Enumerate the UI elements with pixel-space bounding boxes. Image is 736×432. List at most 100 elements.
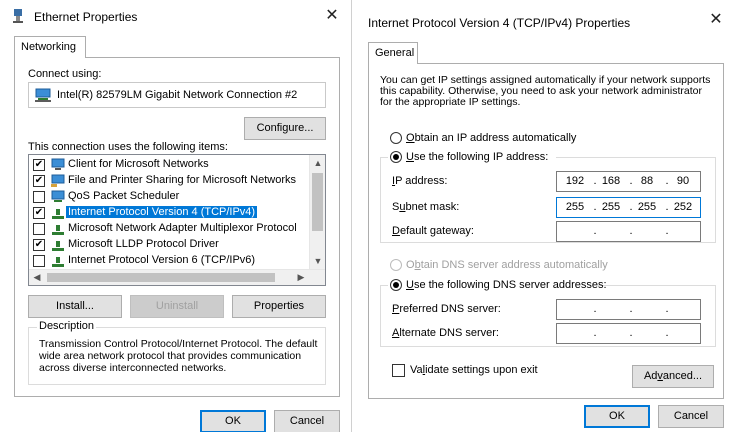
ip-dot-separator: . [629, 225, 633, 237]
ip-dot-separator: . [629, 327, 633, 339]
list-item[interactable]: ✔ Client for Microsoft Networks [29, 157, 325, 173]
item-checkbox[interactable] [33, 223, 45, 235]
network-adapter-icon [35, 88, 51, 102]
dns-group-legend: Use the following DNS server addresses: [388, 278, 607, 292]
use-following-ip-radio[interactable] [390, 151, 402, 163]
network-service-icon [51, 190, 65, 204]
description-title: Description [37, 320, 97, 332]
ethernet-title: Ethernet Properties [34, 10, 138, 24]
default-gateway-label: Default gateway: [392, 225, 474, 237]
hscroll-thumb[interactable] [47, 273, 275, 282]
item-checkbox[interactable]: ✔ [33, 175, 45, 187]
ethernet-ok-button[interactable]: OK [200, 410, 266, 432]
ipv4-properties-dialog: Internet Protocol Version 4 (TCP/IPv4) P… [356, 0, 736, 432]
use-following-dns-label[interactable]: Use the following DNS server addresses: [406, 279, 607, 291]
ipv4-title: Internet Protocol Version 4 (TCP/IPv4) P… [368, 16, 631, 30]
protocol-icon [51, 238, 65, 252]
items-list[interactable]: ✔ Client for Microsoft Networks ✔ File and … [28, 154, 326, 286]
ethernet-close-button[interactable]: ✕ [320, 6, 344, 26]
ipv4-close-button[interactable]: ✕ [704, 10, 728, 30]
obtain-ip-auto-radio[interactable] [390, 132, 402, 144]
alternate-dns-field[interactable]: ... [556, 323, 701, 344]
advanced-button[interactable]: Advanced... [632, 365, 714, 388]
item-label: Microsoft LLDP Protocol Driver [68, 238, 219, 250]
connect-using-label: Connect using: [28, 68, 102, 80]
ip-octet[interactable]: 255 [561, 201, 589, 213]
default-gateway-field[interactable]: ... [556, 221, 701, 242]
ethernet-titlebar: Ethernet Properties ✕ [0, 0, 351, 32]
item-checkbox[interactable]: ✔ [33, 207, 45, 219]
items-horizontal-scrollbar[interactable]: ◀ ▶ [29, 269, 325, 285]
validate-settings-label[interactable]: Validate settings upon exit [410, 364, 538, 376]
obtain-dns-auto-label[interactable]: Obtain DNS server address automatically [406, 259, 608, 271]
ipv4-titlebar: Internet Protocol Version 4 (TCP/IPv4) P… [356, 0, 736, 32]
ip-dot-separator: . [593, 225, 597, 237]
ip-address-field[interactable]: 192. 168. 88. 90 [556, 171, 701, 192]
ip-dot-separator: . [665, 327, 669, 339]
install-button[interactable]: Install... [28, 295, 122, 318]
scroll-thumb[interactable] [312, 173, 323, 231]
ipv4-ok-button[interactable]: OK [584, 405, 650, 428]
ip-octet[interactable]: 168 [597, 175, 625, 187]
list-item[interactable]: Internet Protocol Version 6 (TCP/IPv6) [29, 253, 325, 269]
obtain-ip-auto-label[interactable]: Obtain an IP address automatically [406, 132, 576, 144]
ip-dot-separator: . [593, 303, 597, 315]
use-following-dns-radio[interactable] [390, 279, 402, 291]
protocol-icon [51, 206, 65, 220]
item-label: Internet Protocol Version 4 (TCP/IPv4) [66, 206, 258, 218]
scroll-up-icon[interactable]: ▲ [310, 158, 325, 168]
intro-text: You can get IP settings assigned automat… [380, 74, 711, 108]
validate-settings-checkbox[interactable] [392, 364, 405, 377]
ipv4-cancel-button[interactable]: Cancel [658, 405, 724, 428]
subnet-mask-label: Subnet mask: [392, 201, 460, 213]
item-label: Client for Microsoft Networks [68, 158, 209, 170]
ip-dot-separator: . [629, 303, 633, 315]
ip-octet[interactable]: 90 [669, 175, 697, 187]
ethernet-icon [12, 9, 24, 23]
list-item[interactable]: ✔ File and Printer Sharing for Microsoft … [29, 173, 325, 189]
description-text: Transmission Control Protocol/Internet P… [39, 338, 318, 374]
obtain-dns-auto-radio[interactable] [390, 259, 402, 271]
item-label: File and Printer Sharing for Microsoft N… [68, 174, 297, 186]
tab-general[interactable]: General [368, 42, 418, 64]
ethernet-cancel-button[interactable]: Cancel [274, 410, 340, 432]
item-checkbox[interactable]: ✔ [33, 159, 45, 171]
preferred-dns-field[interactable]: ... [556, 299, 701, 320]
ip-octet[interactable]: 88 [633, 175, 661, 187]
ip-octet[interactable]: 252 [669, 201, 697, 213]
item-label: Microsoft Network Adapter Multiplexor Pr… [68, 222, 297, 234]
list-item[interactable]: Microsoft Network Adapter Multiplexor Pr… [29, 221, 325, 237]
adapter-box: Intel(R) 82579LM Gigabit Network Connect… [28, 82, 326, 108]
ip-octet[interactable]: 255 [633, 201, 661, 213]
item-checkbox[interactable] [33, 255, 45, 267]
tab-networking[interactable]: Networking [14, 36, 86, 58]
ip-octet[interactable]: 192 [561, 175, 589, 187]
list-item[interactable]: ✔ Microsoft LLDP Protocol Driver [29, 237, 325, 253]
ip-dot-separator: . [665, 225, 669, 237]
scroll-left-icon[interactable]: ◀ [29, 272, 45, 283]
network-client-icon [51, 158, 65, 172]
properties-button[interactable]: Properties [232, 295, 326, 318]
alternate-dns-label: Alternate DNS server: [392, 327, 499, 339]
item-checkbox[interactable] [33, 191, 45, 203]
ip-address-label: IP address: [392, 175, 448, 187]
items-vertical-scrollbar[interactable]: ▲ ▼ [309, 155, 325, 271]
description-group: Description Transmission Control Protoco… [28, 320, 326, 385]
ip-octet[interactable]: 255 [597, 201, 625, 213]
list-item[interactable]: QoS Packet Scheduler [29, 189, 325, 205]
list-item[interactable]: ✔ Internet Protocol Version 4 (TCP/IPv4) [29, 205, 325, 221]
protocol-icon [51, 222, 65, 236]
preferred-dns-label: Preferred DNS server: [392, 303, 501, 315]
scroll-right-icon[interactable]: ▶ [293, 272, 309, 283]
scroll-down-icon[interactable]: ▼ [310, 256, 325, 266]
subnet-mask-field[interactable]: 255. 255. 255. 252 [556, 197, 701, 218]
ip-dot-separator: . [665, 303, 669, 315]
adapter-name: Intel(R) 82579LM Gigabit Network Connect… [57, 89, 298, 101]
item-label: Internet Protocol Version 6 (TCP/IPv6) [68, 254, 256, 266]
uninstall-button[interactable]: Uninstall [130, 295, 224, 318]
items-label: This connection uses the following items… [28, 141, 228, 153]
configure-button[interactable]: Configure... [244, 117, 326, 140]
item-checkbox[interactable]: ✔ [33, 239, 45, 251]
ip-dot-separator: . [593, 327, 597, 339]
use-following-ip-label[interactable]: Use the following IP address: [406, 151, 548, 163]
